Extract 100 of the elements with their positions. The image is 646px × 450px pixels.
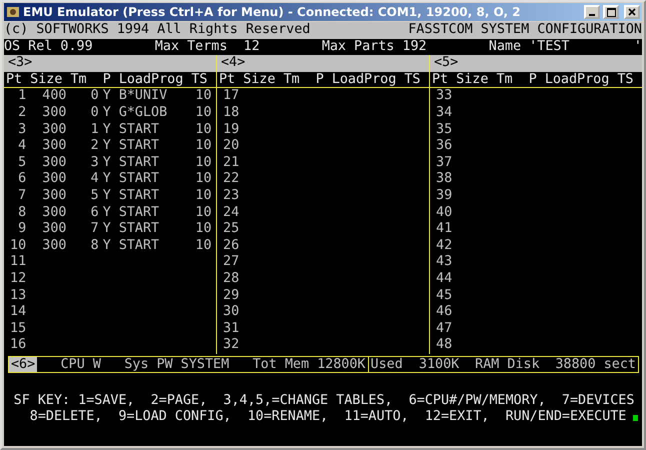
table-cell-text: 32	[222, 337, 240, 354]
table-cell-text: 36	[435, 138, 454, 155]
table-cell-text: 400	[41, 88, 68, 105]
table-cell-text: 16	[9, 337, 28, 354]
table-cell-text: START	[118, 238, 160, 254]
table-cell-text: START	[118, 154, 160, 172]
table-cell-text: G*GLOB	[118, 104, 168, 122]
window-title: EMU Emulator (Press Ctrl+A for Menu) - Connected: COM1, 19200, 8, O, 2	[23, 5, 522, 19]
table-cell-text: 0	[90, 88, 100, 105]
table-cell-text: 8	[90, 238, 100, 254]
table-cell-text: 7	[90, 221, 100, 238]
column-header: P	[528, 72, 538, 88]
maximize-icon	[606, 8, 616, 16]
table-cell-text: Y	[102, 88, 112, 105]
column-header: TS	[404, 72, 422, 88]
status-text: Tot Mem 12800K	[252, 356, 366, 372]
table-cell-text: 2	[90, 138, 100, 155]
table-cell-text: 300	[41, 188, 68, 205]
table-cell-text: 300	[41, 171, 68, 188]
table-label: <4>	[217, 55, 429, 72]
column-header: LoadProg	[332, 72, 398, 88]
table-cell-text: START	[118, 204, 160, 222]
table-cell-text: 39	[435, 188, 454, 205]
table-cell-text: 12	[9, 270, 28, 288]
table-cell-text: 10	[194, 88, 213, 105]
table-cell-text: 34	[435, 104, 454, 122]
table-cell-text: 6	[17, 171, 28, 188]
table-cell-text: START	[118, 122, 160, 138]
column-header: Size	[456, 72, 490, 88]
column-header: TS	[191, 72, 208, 88]
column-header: Size	[243, 72, 276, 88]
table-cell-text: 9	[17, 221, 28, 238]
function-key-legend: SF KEY: 1=SAVE, 2=PAGE, 3,4,5,=CHANGE TABLES, 6=CPU#/PW/MEMORY, 7=DEVICES	[14, 392, 634, 410]
table-cell-text: START	[118, 138, 160, 155]
table-cell-text: 11	[9, 254, 28, 271]
table-cell-text: 47	[435, 320, 454, 338]
column-header: LoadProg	[544, 72, 610, 88]
copyright-text: (c) SOFTWORKS 1994 All Rights Reserved	[4, 22, 310, 39]
column-header: Pt	[432, 72, 450, 88]
table-cell-text: 17	[222, 88, 240, 105]
column-header: P	[316, 72, 325, 88]
table-cell-text: 300	[41, 122, 68, 138]
table-cell-text: Y	[102, 138, 112, 155]
table-cell-text: 5	[17, 154, 28, 172]
table-cell-text: 25	[222, 221, 240, 238]
column-header: Pt	[6, 72, 24, 88]
column-header: TS	[617, 72, 634, 88]
table-cell-text: 0	[90, 104, 100, 122]
table-cell-text: 4	[90, 171, 100, 188]
table-cell-text: 27	[222, 254, 240, 271]
status-text: Sys PW SYSTEM	[124, 356, 230, 372]
table-cell-text: 29	[222, 288, 240, 304]
table-cell-text: 10	[194, 238, 213, 254]
table-cell-text: 42	[435, 238, 454, 254]
table-cell-text: 46	[435, 304, 454, 321]
table-label: <5>	[430, 55, 642, 72]
table-cell-text: 48	[435, 337, 454, 354]
table-cell-text: 300	[41, 138, 68, 155]
max-terms: Max Terms 12	[154, 38, 260, 56]
table-cell-text: 5	[90, 188, 100, 205]
table-cell-text: 10	[194, 104, 213, 122]
table-cell-text: 23	[222, 188, 240, 205]
field-tag: <6>	[9, 356, 38, 372]
table-cell-text: 10	[194, 188, 213, 205]
status-text: Used 3100K	[370, 356, 460, 372]
close-button[interactable]	[624, 5, 640, 19]
table-cell-text: B*UNIV	[118, 88, 168, 105]
table-cell-text: 26	[222, 238, 240, 254]
table-cell-text: 41	[435, 221, 454, 238]
table-cell-text: 1	[17, 88, 28, 105]
minimize-button[interactable]	[584, 5, 600, 19]
system-title: FASSTCOM SYSTEM CONFIGURATION	[408, 22, 642, 39]
table-cell-text: 19	[222, 122, 240, 138]
table-cell-text: 4	[17, 138, 28, 155]
table-cell-text: 10	[9, 238, 28, 254]
table-cell-text: Y	[102, 188, 112, 205]
table-cell-text: Y	[102, 122, 112, 138]
maximize-button[interactable]	[603, 5, 619, 19]
table-cell-text: START	[118, 188, 160, 205]
table-cell-text: 3	[17, 122, 28, 138]
table-cell-text: 44	[435, 270, 454, 288]
table-cell-text: 31	[222, 320, 240, 338]
cursor-block	[633, 414, 638, 421]
table-cell-text: 14	[9, 304, 28, 321]
status-text: RAM Disk	[475, 356, 540, 372]
table-cell-text: 2	[17, 104, 28, 122]
column-header: Size	[30, 72, 64, 88]
table-cell-text: START	[118, 221, 160, 238]
table-cell-text: 6	[90, 204, 100, 222]
table-cell-text: Y	[102, 171, 112, 188]
table-cell-text: 8	[17, 204, 28, 222]
column-header: Pt	[219, 72, 236, 88]
function-key-legend: 8=DELETE, 9=LOAD CONFIG, 10=RENAME, 11=AUTO, 12=EXIT, RUN/END=EXECUTE	[30, 409, 626, 426]
table-cell-text: 3	[90, 154, 100, 172]
table-cell-text: 10	[194, 221, 213, 238]
table-cell-text: Y	[102, 221, 112, 238]
table-cell-text: 15	[9, 320, 28, 338]
status-text: 38800 sect	[555, 356, 636, 372]
column-header: Tm	[496, 72, 514, 88]
column-header: LoadProg	[118, 72, 184, 88]
